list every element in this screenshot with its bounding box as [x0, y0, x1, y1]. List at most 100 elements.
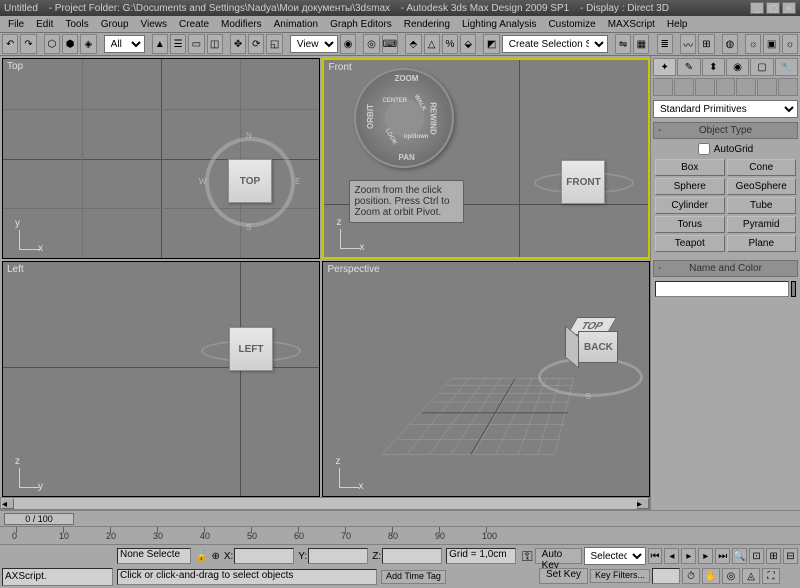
menu-group[interactable]: Group — [95, 18, 135, 31]
scroll-left-button[interactable]: ◂ — [1, 498, 14, 509]
curve-editor-button[interactable]: 〰 — [680, 34, 696, 54]
menu-tools[interactable]: Tools — [59, 18, 94, 31]
prev-frame-button[interactable]: ◂ — [664, 548, 679, 564]
object-name-input[interactable] — [655, 281, 789, 297]
tube-button[interactable]: Tube — [727, 197, 797, 214]
autogrid-checkbox[interactable] — [698, 143, 710, 155]
viewcube-perspective[interactable]: TOP BACK — [568, 317, 618, 367]
geometry-tab[interactable] — [653, 78, 673, 96]
primitive-type-dropdown[interactable]: Standard Primitives — [653, 100, 798, 118]
viewport-perspective[interactable]: Perspective — [322, 261, 650, 497]
pyramid-button[interactable]: Pyramid — [727, 216, 797, 233]
reference-coord-dropdown[interactable]: View — [290, 35, 338, 53]
box-button[interactable]: Box — [655, 159, 725, 176]
object-type-rollout[interactable]: -Object Type — [653, 122, 798, 139]
material-editor-button[interactable]: ◍ — [722, 34, 738, 54]
edit-named-sel-button[interactable]: ◩ — [483, 34, 499, 54]
wheel-pan[interactable]: PAN — [398, 153, 414, 162]
torus-button[interactable]: Torus — [655, 216, 725, 233]
align-button[interactable]: ▦ — [633, 34, 649, 54]
zoom-button[interactable]: 🔍 — [732, 548, 747, 564]
geosphere-button[interactable]: GeoSphere — [727, 178, 797, 195]
named-selection-sets-dropdown[interactable]: Create Selection Set — [502, 35, 608, 53]
keyboard-shortcut-button[interactable]: ⌨ — [382, 34, 398, 54]
add-time-tag-button[interactable]: Add Time Tag — [381, 570, 446, 584]
plane-button[interactable]: Plane — [727, 235, 797, 252]
menu-modifiers[interactable]: Modifiers — [215, 18, 268, 31]
menu-rendering[interactable]: Rendering — [398, 18, 456, 31]
x-coord-input[interactable] — [234, 548, 294, 564]
select-by-name-button[interactable]: ☰ — [170, 34, 186, 54]
object-color-swatch[interactable] — [791, 281, 796, 297]
wheel-rewind[interactable]: REWIND — [429, 102, 438, 134]
spacewarps-tab[interactable] — [757, 78, 777, 96]
minimize-button[interactable]: _ — [750, 2, 764, 14]
layers-button[interactable]: ≣ — [657, 34, 673, 54]
modify-panel-tab[interactable]: ✎ — [677, 58, 700, 76]
shapes-tab[interactable] — [674, 78, 694, 96]
hierarchy-panel-tab[interactable]: ⬍ — [702, 58, 725, 76]
menu-help[interactable]: Help — [661, 18, 694, 31]
viewport-left[interactable]: Left LEFT zy — [2, 261, 320, 497]
select-object-button[interactable]: ▲ — [152, 34, 168, 54]
goto-end-button[interactable]: ⏭ — [715, 548, 730, 564]
lock-icon[interactable]: 🔒 — [195, 551, 207, 562]
undo-button[interactable]: ↶ — [2, 34, 18, 54]
menu-lighting-analysis[interactable]: Lighting Analysis — [456, 18, 543, 31]
y-coord-input[interactable] — [308, 548, 368, 564]
time-config-button[interactable]: ⏱ — [682, 568, 700, 584]
menu-views[interactable]: Views — [135, 18, 174, 31]
rendered-frame-button[interactable]: ▣ — [763, 34, 779, 54]
lights-tab[interactable] — [695, 78, 715, 96]
pan-view-button[interactable]: ✋ — [702, 568, 720, 584]
menu-graph-editors[interactable]: Graph Editors — [324, 18, 398, 31]
teapot-button[interactable]: Teapot — [655, 235, 725, 252]
zoom-extents-all-button[interactable]: ⊟ — [783, 548, 798, 564]
select-region-button[interactable]: ▭ — [188, 34, 204, 54]
coord-mode-icon[interactable]: ⊕ — [211, 551, 219, 562]
selection-filter-dropdown[interactable]: All — [104, 35, 145, 53]
wheel-orbit[interactable]: ORBIT — [366, 104, 375, 129]
arc-rotate-button[interactable]: ◎ — [722, 568, 740, 584]
wheel-updown[interactable]: up/down — [404, 134, 429, 140]
menu-edit[interactable]: Edit — [30, 18, 59, 31]
steering-wheel[interactable]: ZOOM REWIND PAN ORBIT CENTER WALK LOOK u… — [354, 68, 454, 168]
key-filters-button[interactable]: Key Filters... — [590, 569, 650, 583]
cone-button[interactable]: Cone — [727, 159, 797, 176]
sphere-button[interactable]: Sphere — [655, 178, 725, 195]
z-coord-input[interactable] — [382, 548, 442, 564]
viewport-scrollbar[interactable]: ◂ ▸ — [0, 497, 650, 510]
cameras-tab[interactable] — [716, 78, 736, 96]
viewcube-left[interactable]: LEFT — [229, 327, 273, 371]
unlink-button[interactable]: ⬢ — [62, 34, 78, 54]
select-manipulate-button[interactable]: ◎ — [363, 34, 379, 54]
spinner-snap-button[interactable]: ⬙ — [460, 34, 476, 54]
use-pivot-center-button[interactable]: ◉ — [340, 34, 356, 54]
snap-toggle-button[interactable]: ⬘ — [405, 34, 421, 54]
fov-button[interactable]: ◬ — [742, 568, 760, 584]
angle-snap-button[interactable]: △ — [424, 34, 440, 54]
render-production-button[interactable]: ☼ — [782, 34, 798, 54]
menu-animation[interactable]: Animation — [268, 18, 324, 31]
name-color-rollout[interactable]: -Name and Color — [653, 260, 798, 277]
menu-file[interactable]: File — [2, 18, 30, 31]
helpers-tab[interactable] — [736, 78, 756, 96]
maxscript-listener[interactable]: AXScript. — [2, 568, 113, 586]
zoom-extents-button[interactable]: ⊞ — [766, 548, 781, 564]
scroll-right-button[interactable]: ▸ — [636, 498, 649, 509]
viewcube-top[interactable]: TOP — [228, 159, 272, 203]
utilities-panel-tab[interactable]: 🔧 — [775, 58, 798, 76]
mirror-button[interactable]: ⇋ — [615, 34, 631, 54]
menu-maxscript[interactable]: MAXScript — [602, 18, 661, 31]
display-panel-tab[interactable]: ▢ — [750, 58, 773, 76]
time-ruler[interactable]: 0102030405060708090100 — [0, 526, 800, 544]
menu-create[interactable]: Create — [173, 18, 215, 31]
systems-tab[interactable] — [778, 78, 798, 96]
create-panel-tab[interactable]: ✦ — [653, 58, 676, 76]
play-button[interactable]: ▸ — [681, 548, 696, 564]
set-key-button[interactable]: Set Key — [539, 568, 588, 584]
wheel-zoom[interactable]: ZOOM — [394, 74, 418, 83]
maximize-viewport-button[interactable]: ⛶ — [762, 568, 780, 584]
percent-snap-button[interactable]: % — [442, 34, 458, 54]
time-slider-handle[interactable]: 0 / 100 — [4, 513, 74, 525]
